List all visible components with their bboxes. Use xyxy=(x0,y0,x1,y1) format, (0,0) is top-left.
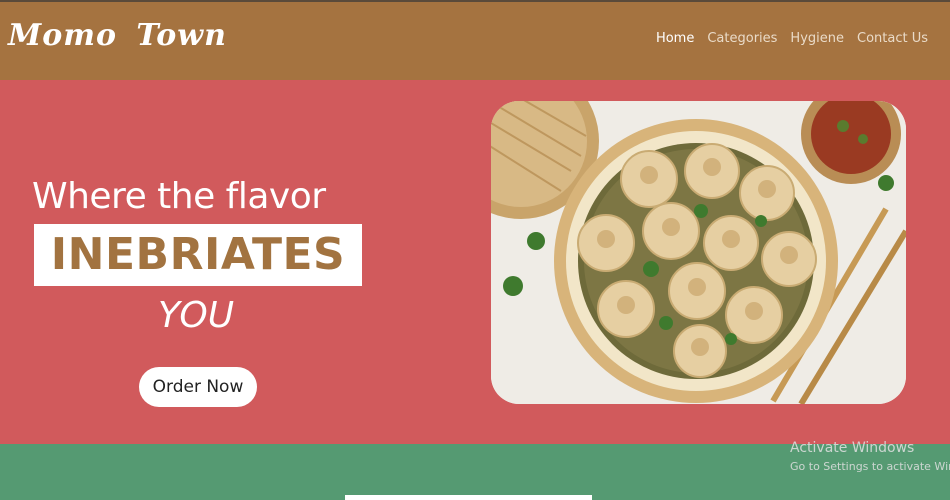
navbar: Momo Town Home Categories Hygiene Contac… xyxy=(0,2,950,80)
hero-section: Where the flavor INEBRIATES YOU Order No… xyxy=(0,80,950,444)
hero-headline-line1: Where the flavor xyxy=(32,176,326,217)
order-now-button[interactable]: Order Now xyxy=(139,367,257,407)
main-nav: Home Categories Hygiene Contact Us xyxy=(656,31,928,46)
dumplings-photo xyxy=(491,101,906,404)
hero-headline-highlight: INEBRIATES xyxy=(50,229,346,280)
section-heading-bar xyxy=(345,495,592,500)
nav-link-hygiene[interactable]: Hygiene xyxy=(790,31,844,46)
dumplings-photo-icon xyxy=(491,101,906,404)
hero-headline-line3: YOU xyxy=(158,295,235,336)
nav-link-categories[interactable]: Categories xyxy=(707,31,777,46)
hero-highlight-box: INEBRIATES xyxy=(34,224,362,286)
nav-link-contact-us[interactable]: Contact Us xyxy=(857,31,928,46)
activate-windows-title: Activate Windows xyxy=(790,440,915,456)
activate-windows-subtitle: Go to Settings to activate Windows. xyxy=(790,460,950,473)
brand-logo[interactable]: Momo Town xyxy=(8,18,227,53)
nav-link-home[interactable]: Home xyxy=(656,31,694,46)
